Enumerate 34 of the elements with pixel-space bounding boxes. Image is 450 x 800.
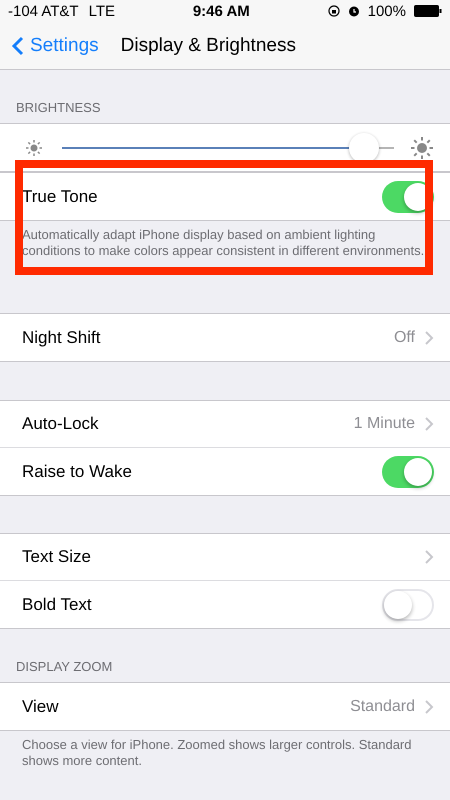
chevron-icon (425, 417, 434, 431)
battery-percent: 100% (368, 2, 406, 20)
toggle-switch[interactable] (382, 456, 434, 488)
sun-large-icon (410, 136, 434, 160)
settings-row[interactable]: View Standard (0, 683, 450, 730)
chevron-icon (425, 550, 434, 564)
setting-label: View (22, 696, 60, 716)
settings-row[interactable]: Auto-Lock 1 Minute (0, 401, 450, 448)
battery-icon (414, 5, 442, 17)
toggle-switch[interactable] (382, 588, 434, 620)
setting-label: True Tone (22, 186, 99, 206)
chevron-icon (425, 330, 434, 344)
settings-row[interactable]: Night Shift Off (0, 314, 450, 361)
back-button[interactable]: Settings (12, 34, 99, 56)
setting-value: Off (394, 328, 415, 346)
slider-thumb[interactable] (348, 132, 379, 162)
back-chevron-icon (12, 36, 24, 56)
chevron-icon (425, 700, 434, 714)
page-title: Display & Brightness (120, 34, 296, 56)
setting-label: Night Shift (22, 328, 102, 348)
setting-label: Bold Text (22, 594, 93, 614)
alarm-clock-icon (348, 5, 360, 17)
setting-value: Standard (350, 698, 415, 716)
carrier-text: -104 AT&T (8, 2, 79, 20)
setting-label: Auto-Lock (22, 414, 100, 434)
time-text: 9:46 AM (192, 2, 250, 20)
settings-row[interactable]: Text Size (0, 534, 450, 581)
section-header: BRIGHTNESS (15, 99, 102, 117)
rotation-lock-icon (328, 5, 340, 17)
setting-label: Raise to Wake (22, 462, 133, 482)
network-text: LTE (88, 2, 115, 20)
section-header: DISPLAY ZOOM (15, 658, 114, 676)
setting-label: Text Size (22, 547, 92, 567)
setting-value: 1 Minute (354, 415, 415, 433)
